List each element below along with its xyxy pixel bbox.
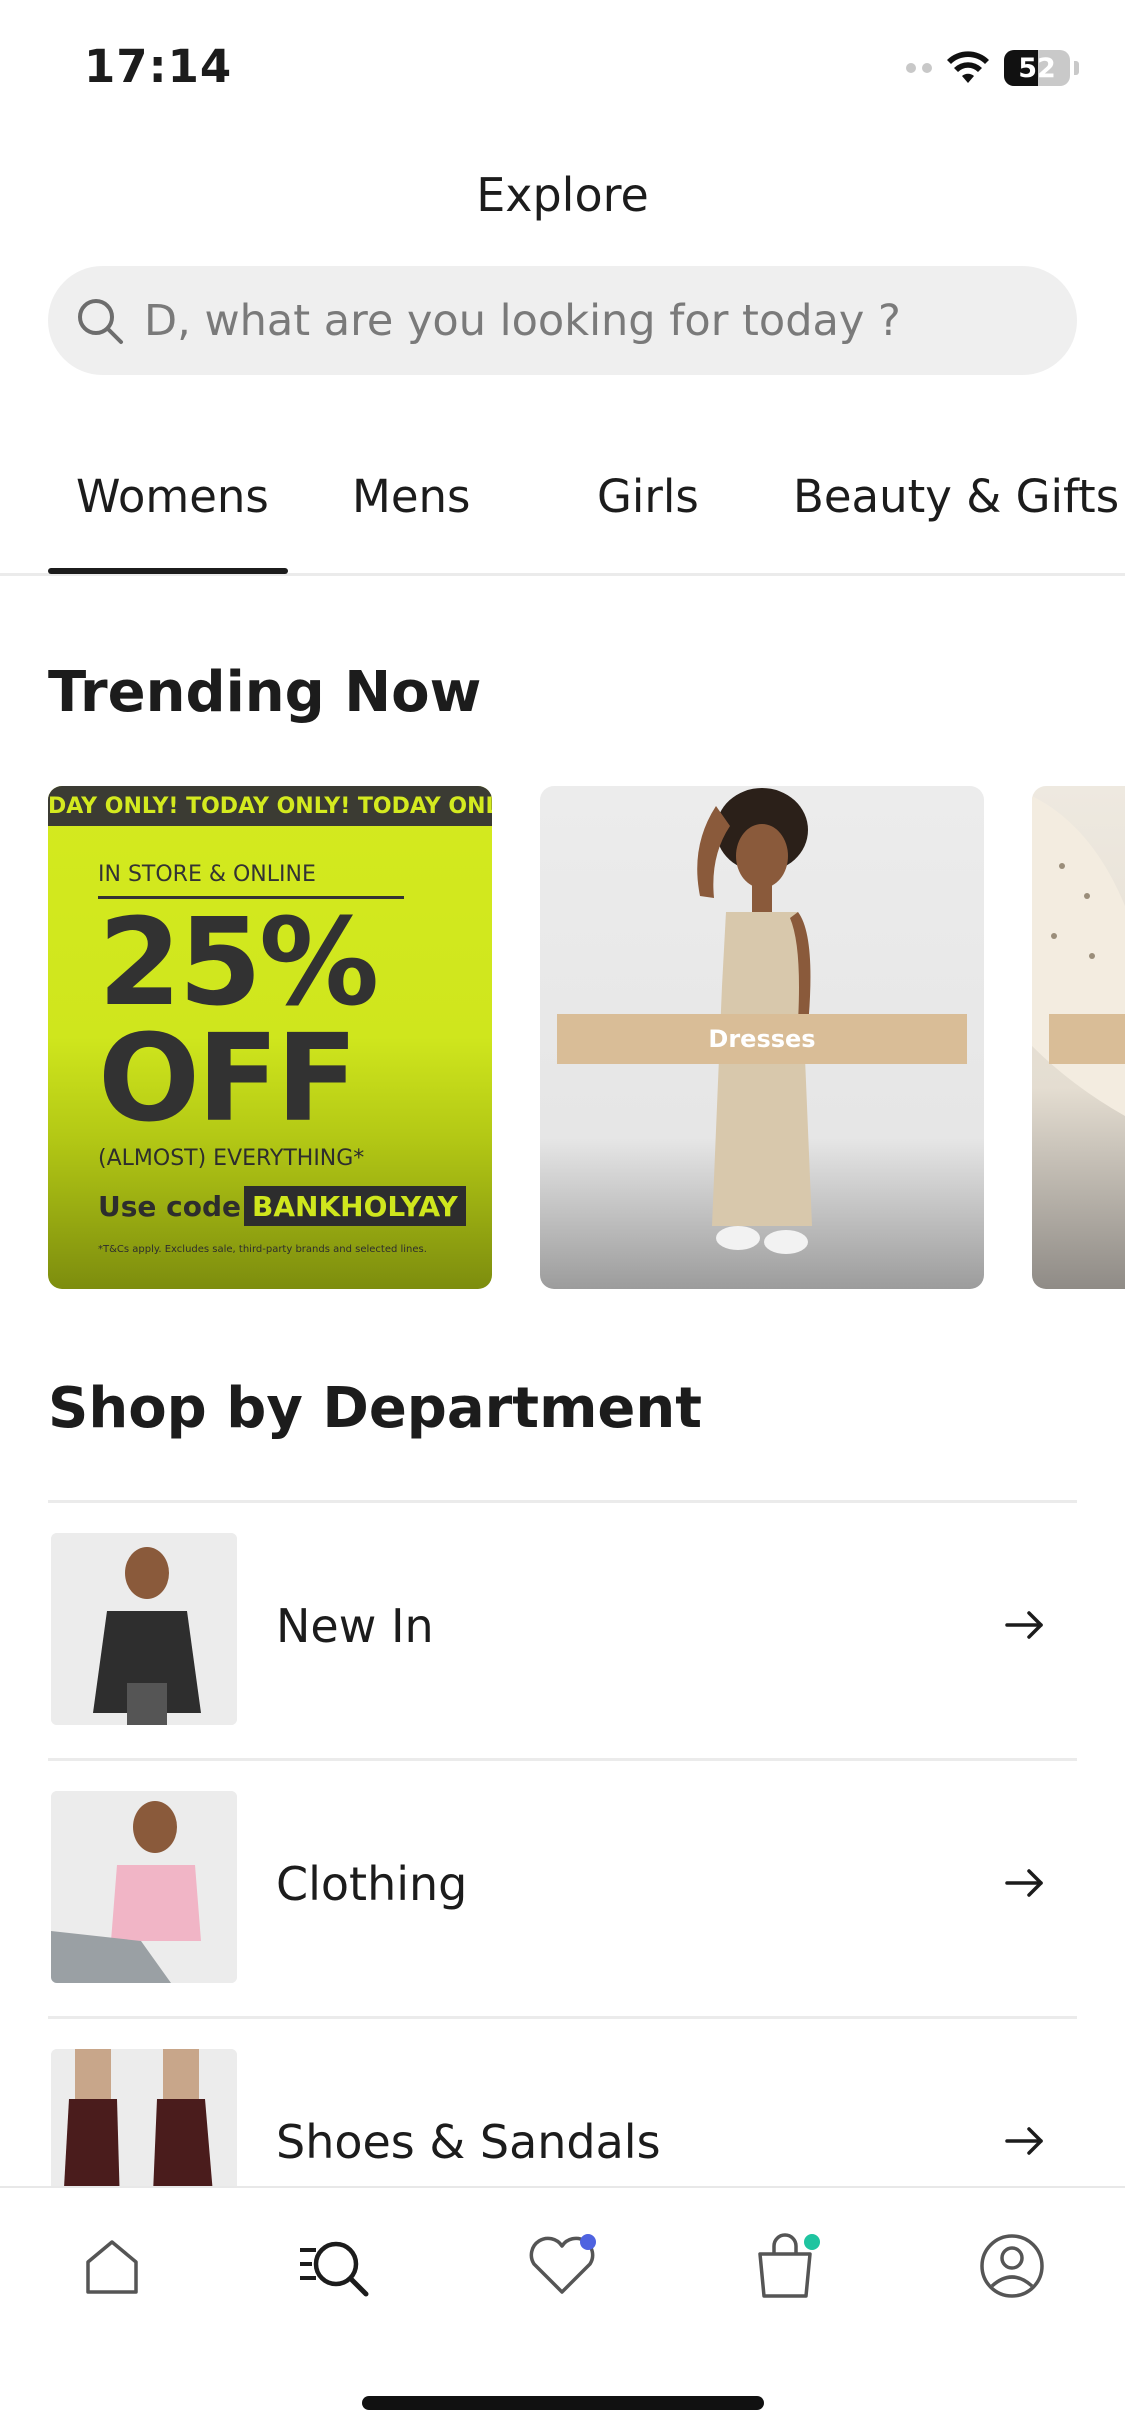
dresses-card[interactable]: Dresses <box>540 786 984 1289</box>
search-icon <box>70 291 130 351</box>
wishlist-heart-icon[interactable] <box>522 2226 602 2306</box>
promo-discount: 25% OFF <box>98 894 379 1149</box>
explore-screen: 17:14 52 Explore Womens Mens Girls Beaut… <box>0 0 1125 2436</box>
dept-label: Shoes & Sandals <box>276 2115 661 2169</box>
cellular-signal-icon <box>906 63 932 73</box>
trending-card-3[interactable] <box>1032 786 1125 1289</box>
active-tab-indicator <box>48 568 288 574</box>
departments-title: Shop by Department <box>48 1376 703 1441</box>
search-input[interactable] <box>144 295 1044 346</box>
promo-strip: DAY ONLY! TODAY ONLY! TODAY ONLY! <box>48 786 492 826</box>
dresses-label: Dresses <box>557 1014 967 1064</box>
explore-search-icon[interactable] <box>296 2226 376 2306</box>
dept-label: Clothing <box>276 1857 468 1911</box>
promo-code-label: Use code: <box>98 1190 253 1223</box>
account-icon[interactable] <box>972 2226 1052 2306</box>
battery-icon: 52 <box>1004 50 1070 86</box>
search-bar[interactable] <box>48 266 1077 375</box>
category-tabs: Womens Mens Girls Beauty & Gifts <box>0 440 1125 576</box>
dept-row-new-in[interactable]: New In <box>48 1503 1077 1758</box>
battery-level: 52 <box>1018 52 1056 84</box>
trending-title: Trending Now <box>48 660 482 725</box>
tab-girls[interactable]: Girls <box>597 470 699 523</box>
arrow-right-icon <box>1005 1869 1043 1897</box>
promo-card[interactable]: DAY ONLY! TODAY ONLY! TODAY ONLY! IN STO… <box>48 786 492 1289</box>
clothing-thumbnail <box>51 1791 237 1983</box>
shopping-bag-icon[interactable] <box>746 2226 826 2306</box>
status-bar: 17:14 52 <box>0 0 1125 130</box>
card-3-label <box>1049 1014 1125 1064</box>
status-icons: 52 <box>906 48 1079 88</box>
battery-cap <box>1074 61 1079 75</box>
new-in-thumbnail <box>51 1533 237 1725</box>
promo-fine-print: *T&Cs apply. Excludes sale, third-party … <box>98 1244 427 1255</box>
home-indicator <box>362 2396 764 2410</box>
promo-code: BANKHOLYAY <box>244 1186 466 1226</box>
status-time: 17:14 <box>84 40 233 93</box>
promo-subline: (ALMOST) EVERYTHING* <box>98 1146 365 1171</box>
dept-label: New In <box>276 1599 434 1653</box>
arrow-right-icon <box>1005 1611 1043 1639</box>
tab-mens[interactable]: Mens <box>352 470 470 523</box>
wifi-icon <box>947 51 989 83</box>
page-title: Explore <box>476 168 649 222</box>
tab-womens[interactable]: Womens <box>76 470 269 523</box>
promo-kicker: IN STORE & ONLINE <box>98 862 316 887</box>
arrow-right-icon <box>1005 2127 1043 2155</box>
tab-beauty-gifts[interactable]: Beauty & Gifts <box>793 470 1119 523</box>
home-icon[interactable] <box>72 2226 152 2306</box>
dept-row-clothing[interactable]: Clothing <box>48 1761 1077 2016</box>
